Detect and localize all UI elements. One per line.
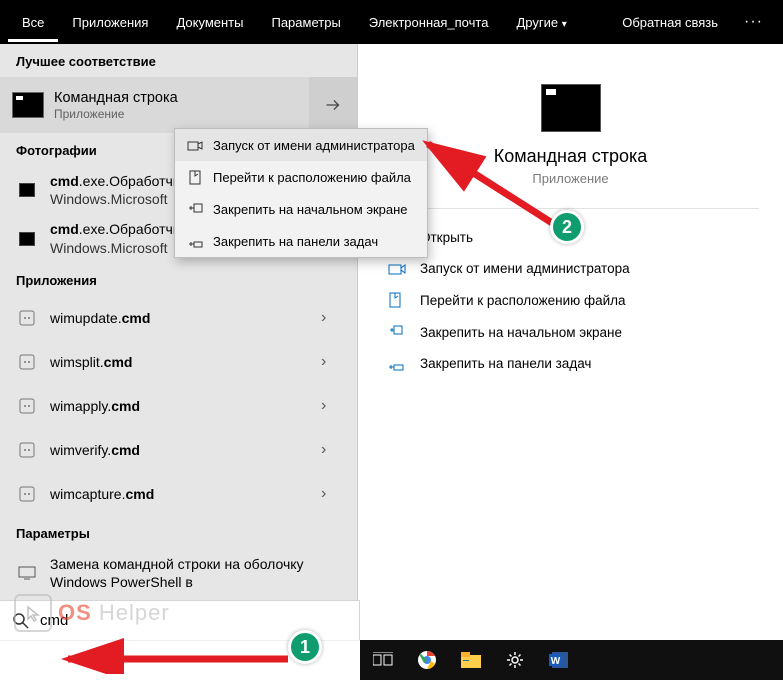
script-icon [19, 398, 35, 414]
tab-feedback[interactable]: Обратная связь [608, 3, 732, 42]
annotation-badge-1: 1 [288, 630, 322, 664]
tab-other[interactable]: Другие ▾ [502, 3, 580, 42]
action-pin-taskbar[interactable]: Закрепить на панели задач [358, 348, 783, 379]
action-open-location[interactable]: Перейти к расположению файла [358, 284, 783, 316]
best-match-title: Командная строка [54, 90, 345, 106]
chevron-right-icon: › [321, 353, 341, 371]
terminal-icon [12, 92, 44, 118]
best-match-row[interactable]: Командная строка Приложение [0, 77, 357, 133]
tab-apps[interactable]: Приложения [58, 3, 162, 42]
shield-admin-icon [187, 137, 203, 153]
preview-app-icon [541, 84, 601, 132]
best-match-subtitle: Приложение [54, 107, 345, 121]
section-apps: Приложения [0, 263, 357, 296]
tab-documents[interactable]: Документы [162, 3, 257, 42]
word-icon[interactable]: W [548, 649, 570, 671]
script-icon [19, 442, 35, 458]
folder-location-icon [187, 169, 203, 185]
context-menu: Запуск от имени администратора Перейти к… [174, 128, 428, 258]
pin-taskbar-icon [388, 357, 406, 371]
section-settings: Параметры [0, 516, 357, 549]
monitor-icon [18, 566, 36, 580]
tab-email[interactable]: Электронная_почта [355, 3, 503, 42]
ctx-pin-taskbar[interactable]: Закрепить на панели задач [175, 225, 427, 257]
section-best-match: Лучшее соответствие [0, 44, 357, 77]
chevron-right-icon: › [321, 485, 341, 503]
chevron-right-icon: › [321, 397, 341, 415]
ctx-pin-start[interactable]: Закрепить на начальном экране [175, 193, 427, 225]
tab-all[interactable]: Все [8, 3, 58, 42]
app-result-row[interactable]: wimupdate.cmd › [0, 296, 357, 340]
ctx-run-admin[interactable]: Запуск от имени администратора [175, 129, 427, 161]
script-icon [19, 354, 35, 370]
expand-button[interactable] [309, 77, 357, 133]
script-icon [19, 310, 35, 326]
chrome-icon[interactable] [416, 649, 438, 671]
action-pin-start[interactable]: Закрепить на начальном экране [358, 316, 783, 348]
chevron-right-icon: › [321, 309, 341, 327]
app-result-row[interactable]: wimverify.cmd › [0, 428, 357, 472]
file-explorer-icon[interactable] [460, 649, 482, 671]
settings-icon[interactable] [504, 649, 526, 671]
folder-location-icon [388, 292, 406, 308]
annotation-badge-2: 2 [550, 210, 584, 244]
pin-start-icon [187, 201, 203, 217]
divider [382, 208, 759, 209]
more-menu-icon[interactable]: ··· [732, 13, 775, 31]
ctx-open-location[interactable]: Перейти к расположению файла [175, 161, 427, 193]
watermark: OS Helper [14, 594, 170, 632]
app-result-row[interactable]: wimapply.cmd › [0, 384, 357, 428]
shield-admin-icon [388, 262, 406, 276]
terminal-icon [19, 183, 35, 197]
pin-taskbar-icon [187, 233, 203, 249]
app-result-row[interactable]: wimsplit.cmd › [0, 340, 357, 384]
settings-result-row[interactable]: Замена командной строки на оболочку Wind… [0, 549, 357, 597]
arrow-right-icon [322, 94, 344, 116]
search-filter-tabs: Все Приложения Документы Параметры Элект… [0, 0, 783, 44]
script-icon [19, 486, 35, 502]
tab-settings[interactable]: Параметры [257, 3, 354, 42]
task-view-icon[interactable] [372, 649, 394, 671]
chevron-right-icon: › [321, 441, 341, 459]
svg-text:W: W [551, 656, 561, 667]
terminal-icon [19, 232, 35, 246]
cursor-icon [14, 594, 52, 632]
app-result-row[interactable]: wimcapture.cmd › [0, 472, 357, 516]
pin-start-icon [388, 324, 406, 340]
taskbar: W [360, 640, 783, 680]
